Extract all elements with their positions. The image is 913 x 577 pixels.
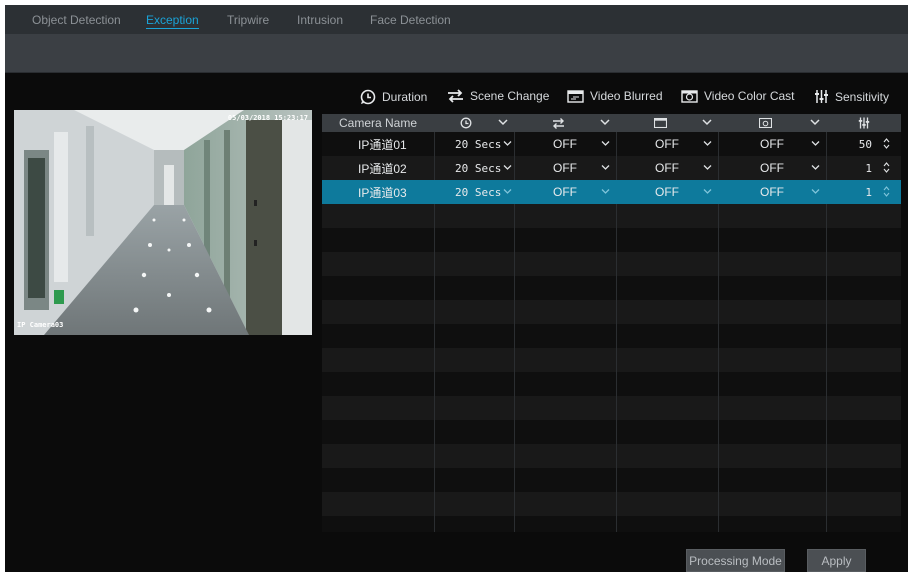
tab-bar: Object Detection Exception Tripwire Intr… (5, 5, 908, 34)
legend-video-color-cast-label: Video Color Cast (704, 89, 795, 103)
legend-video-blurred-label: Video Blurred (590, 89, 663, 103)
color-cast-screen-icon (758, 118, 772, 128)
clock-icon (360, 89, 376, 105)
duration-select[interactable]: 20 Secs (455, 132, 501, 156)
table-row[interactable]: IP通道02 20 Secs OFF OFF OFF 1 (322, 156, 901, 180)
video-blurred-select[interactable]: OFF (655, 132, 679, 156)
sliders-icon (815, 90, 828, 103)
header-duration[interactable] (434, 114, 514, 132)
row-stripe (322, 396, 901, 420)
sensitivity-spinner[interactable]: 1 (852, 180, 872, 204)
row-stripe (322, 492, 901, 516)
chevron-down-icon[interactable] (601, 140, 610, 147)
legend-video-color-cast: Video Color Cast (681, 89, 795, 103)
camera-name-cell: IP通道03 (358, 185, 407, 200)
video-blurred-select[interactable]: OFF (655, 156, 679, 180)
table-row[interactable]: IP通道01 20 Secs OFF OFF OFF 50 (322, 132, 901, 156)
swap-arrows-icon (448, 89, 463, 103)
row-stripe (322, 348, 901, 372)
legend-scene-change-label: Scene Change (470, 89, 550, 103)
legend-duration: Duration (360, 89, 427, 105)
chevron-down-icon[interactable] (503, 164, 512, 171)
chevron-down-icon[interactable] (503, 140, 512, 147)
swap-arrows-icon (552, 117, 564, 129)
chevron-down-icon[interactable] (811, 164, 820, 171)
chevron-down-icon[interactable] (601, 164, 610, 171)
header-scene-change[interactable] (514, 114, 616, 132)
scene-change-select[interactable]: OFF (553, 156, 577, 180)
apply-button[interactable]: Apply (807, 549, 866, 572)
corridor-image (14, 110, 312, 335)
chevron-down-icon[interactable] (601, 188, 610, 195)
row-stripe (322, 468, 901, 492)
row-stripe (322, 300, 901, 324)
sensitivity-spinner[interactable]: 1 (852, 156, 872, 180)
processing-mode-button[interactable]: Processing Mode (686, 549, 785, 572)
row-stripe (322, 420, 901, 444)
spinner-arrows-icon[interactable] (883, 185, 890, 198)
legend-sensitivity: Sensitivity (814, 89, 889, 104)
video-blurred-select[interactable]: OFF (655, 180, 679, 204)
header-video-color-cast[interactable] (718, 114, 826, 132)
scene-change-select[interactable]: OFF (553, 132, 577, 156)
row-stripe (322, 252, 901, 276)
chevron-down-icon[interactable] (810, 117, 820, 127)
preview-timestamp: 05/03/2018 15:23:17 (227, 114, 308, 122)
blurred-screen-icon (653, 118, 667, 128)
chevron-down-icon[interactable] (703, 164, 712, 171)
chevron-down-icon[interactable] (811, 188, 820, 195)
legend-scene-change: Scene Change (447, 89, 549, 103)
row-stripe (322, 276, 901, 300)
preview-camera-name: IP Camera03 (17, 321, 64, 329)
legend-sensitivity-label: Sensitivity (835, 89, 890, 104)
camera-preview[interactable]: 05/03/2018 15:23:17 IP Camera03 (14, 110, 312, 335)
table-header: Camera Name (322, 114, 901, 132)
toolbar-strip (5, 34, 908, 72)
row-stripe (322, 372, 901, 396)
sensitivity-spinner[interactable]: 50 (852, 132, 872, 156)
tab-tripwire[interactable]: Tripwire (227, 13, 269, 27)
spinner-arrows-icon[interactable] (883, 137, 890, 150)
exception-settings-window: Object Detection Exception Tripwire Intr… (5, 5, 908, 572)
tab-face-detection[interactable]: Face Detection (370, 13, 451, 27)
sliders-icon (858, 117, 869, 129)
camera-name-cell: IP通道02 (358, 161, 407, 176)
chevron-down-icon[interactable] (702, 117, 712, 127)
scene-change-select[interactable]: OFF (553, 180, 577, 204)
chevron-down-icon[interactable] (703, 188, 712, 195)
tab-intrusion[interactable]: Intrusion (297, 13, 343, 27)
chevron-down-icon[interactable] (811, 140, 820, 147)
header-camera-name: Camera Name (338, 116, 418, 130)
header-video-blurred[interactable] (616, 114, 718, 132)
blurred-screen-icon (567, 89, 584, 103)
video-color-cast-select[interactable]: OFF (760, 132, 784, 156)
chevron-down-icon[interactable] (503, 188, 512, 195)
header-sensitivity (826, 114, 901, 132)
video-color-cast-select[interactable]: OFF (760, 180, 784, 204)
camera-name-cell: IP通道01 (358, 137, 407, 152)
color-cast-screen-icon (681, 89, 698, 103)
tab-exception[interactable]: Exception (146, 13, 199, 29)
legend-duration-label: Duration (382, 90, 428, 104)
tab-object-detection[interactable]: Object Detection (32, 13, 121, 27)
row-stripe (322, 516, 901, 532)
row-stripe (322, 204, 901, 228)
camera-exception-table: Camera Name IP通道01 20 Secs OFF OFF OFF 5… (322, 114, 901, 532)
duration-select[interactable]: 20 Secs (455, 180, 501, 204)
row-stripe (322, 324, 901, 348)
table-row-selected[interactable]: IP通道03 20 Secs OFF OFF OFF 1 (322, 180, 901, 204)
row-stripe (322, 444, 901, 468)
legend-video-blurred: Video Blurred (567, 89, 663, 103)
divider (5, 72, 908, 73)
row-stripe (322, 228, 901, 252)
chevron-down-icon[interactable] (498, 117, 508, 127)
chevron-down-icon[interactable] (703, 140, 712, 147)
spinner-arrows-icon[interactable] (883, 161, 890, 174)
duration-select[interactable]: 20 Secs (455, 156, 501, 180)
clock-icon (460, 117, 472, 129)
chevron-down-icon[interactable] (600, 117, 610, 127)
video-color-cast-select[interactable]: OFF (760, 156, 784, 180)
